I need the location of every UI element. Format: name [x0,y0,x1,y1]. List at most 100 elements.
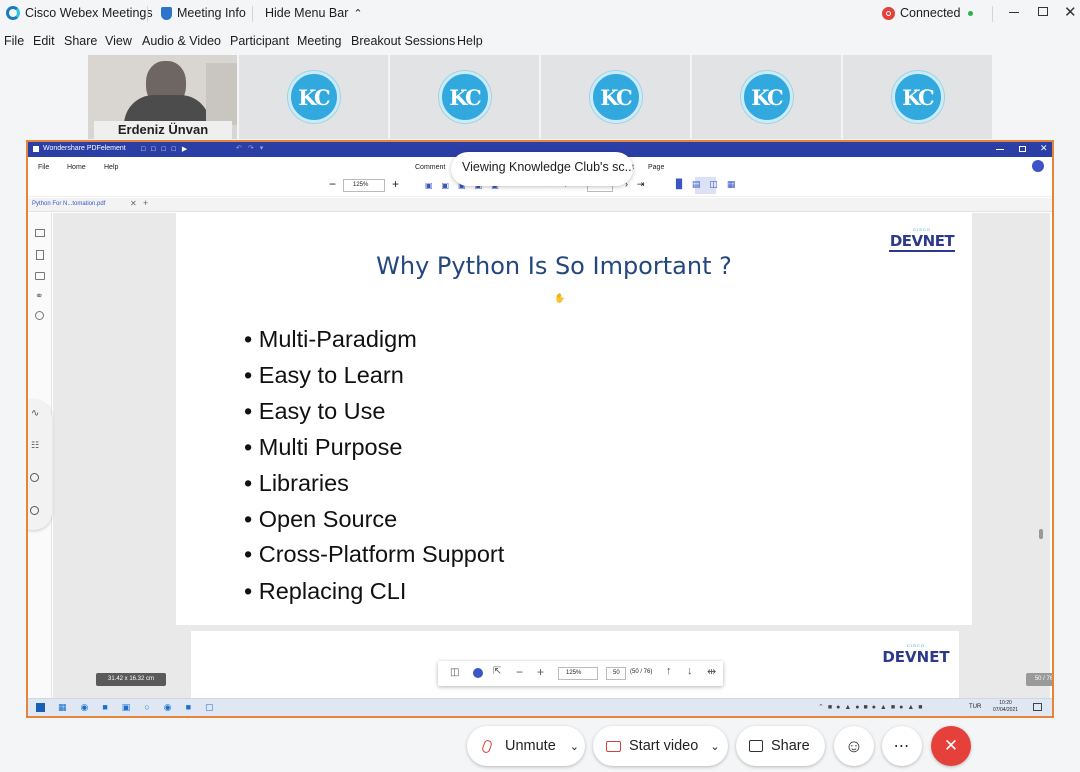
menu-meeting[interactable]: Meeting [297,34,341,48]
pdf-menu-comment[interactable]: Comment [415,164,445,171]
webex-logo-icon [6,6,20,20]
page-nav-forward-icons[interactable]: ›⇥ [625,179,654,190]
page-dimensions-badge: 31.42 x 16.32 cm [96,673,166,686]
meeting-info-button[interactable]: Meeting Info [161,6,246,20]
menu-file[interactable]: File [4,34,24,48]
slide-page: CISCO DEVNET Why Python Is So Important … [176,213,972,625]
attachment-icon[interactable]: ⚭ [35,291,43,302]
menu-audio-video[interactable]: Audio & Video [142,34,221,48]
participant-tile-4[interactable]: KC [541,55,690,139]
close-icon[interactable]: ✕ [1064,3,1077,21]
tab-close-icon[interactable]: ✕ [130,199,137,208]
menu-edit[interactable]: Edit [33,34,55,48]
bullet-item: • Open Source [244,506,398,532]
notifications-icon[interactable] [1033,703,1042,711]
more-options-button[interactable]: ⋯ [882,726,922,766]
share-button[interactable]: Share [736,726,825,766]
menu-bar: File Edit Share View Audio & Video Parti… [0,31,1080,53]
chevron-down-icon[interactable]: ⌄ [710,740,719,753]
shared-screen[interactable]: Wondershare PDFelement □□□□▶ ↶↷▾ ✕ File … [26,140,1054,718]
toolbar-page-count: (50 / 76) [630,669,653,675]
menu-view[interactable]: View [105,34,132,48]
bullet-item: • Replacing CLI [244,578,407,604]
windows-start-icon[interactable] [36,703,45,712]
pointer-icon[interactable]: ☷ [31,440,39,451]
pdf-canvas[interactable]: CISCO DEVNET Why Python Is So Important … [53,213,1052,711]
pdf-menu-home[interactable]: Home [67,164,86,171]
hand-tool-icon[interactable] [473,668,483,678]
zoom-select[interactable]: 125% [343,179,385,192]
toolbar-zoom-out-icon[interactable]: − [516,665,523,679]
participant-tile-5[interactable]: KC [692,55,841,139]
system-tray-icons[interactable]: ⌃■●▲●■●▲■●▲■ [818,703,926,711]
quick-access-icons: □□□□▶ [141,146,194,153]
more-icon: ⋯ [893,738,911,755]
document-tab[interactable]: Python For N...tomation.pdf [32,201,105,207]
taskbar-apps-icons[interactable]: ▦◉■▣○◉■▢ [58,702,228,713]
app-title: Cisco Webex Meetings [6,6,153,20]
devnet-logo: CISCO DEVNET [882,643,950,666]
toolbar-zoom-in-icon[interactable]: + [537,665,544,679]
next-page-icon[interactable]: ↓ [687,665,693,677]
end-meeting-button[interactable]: ✕ [931,726,971,766]
menu-participant[interactable]: Participant [230,34,289,48]
connected-dot-icon [968,10,974,16]
microphone-muted-icon [481,738,493,754]
thumbnails-icon[interactable] [35,229,45,237]
participant-tile-6[interactable]: KC [843,55,992,139]
restore-icon[interactable] [1038,7,1048,16]
taskbar-clock[interactable]: 10:20 07/04/2021 [993,700,1018,714]
toolbar-zoom-select[interactable]: 125% [558,667,598,680]
reactions-button[interactable]: ☺ [834,726,874,766]
participant-name-label: Erdeniz Ünvan [94,121,232,139]
start-video-button[interactable]: Start video ⌄ [593,726,728,766]
fit-width-icon[interactable]: ⇹ [707,665,716,678]
pdf-restore-icon[interactable] [1019,146,1026,152]
kc-logo-icon: KC [287,71,340,123]
new-tab-icon[interactable]: + [143,198,148,208]
menu-share[interactable]: Share [64,34,97,48]
scrollbar-thumb[interactable] [1039,529,1043,539]
unmute-button[interactable]: Unmute ⌄ [467,726,585,766]
share-icon [749,740,763,752]
bookmark-icon[interactable] [36,250,44,260]
search-icon[interactable] [35,311,44,320]
hide-menu-bar-button[interactable]: Hide Menu Bar ⌃ [265,6,363,20]
fit-page-icon[interactable]: ◫ [450,667,459,678]
connection-status[interactable]: Connected [882,6,974,20]
minimize-icon[interactable] [1009,12,1019,13]
pdf-close-icon[interactable]: ✕ [1040,143,1048,154]
annotate-pen-icon[interactable]: ∿ [31,408,39,419]
prev-page-icon[interactable]: ↑ [666,665,672,677]
zoom-out-icon[interactable]: − [329,177,336,191]
pdf-minimize-icon[interactable] [996,149,1004,150]
bullet-item: • Multi Purpose [244,434,403,460]
pdf-menu-help[interactable]: Help [104,164,118,171]
kc-logo-icon: KC [740,71,793,123]
participant-tile-3[interactable]: KC [390,55,539,139]
record-icon [882,6,895,20]
slide-title: Why Python Is So Important ? [376,252,732,280]
select-tool-icon[interactable]: ⇱ [493,666,501,677]
bullet-item: • Cross-Platform Support [244,541,505,567]
participant-video-erdeniz[interactable]: Erdeniz Ünvan [88,55,237,139]
user-avatar-icon[interactable] [1032,160,1044,172]
participant-tile-2[interactable]: KC [239,55,388,139]
language-indicator[interactable]: TUR [969,704,981,710]
hand-cursor-icon: ✋ [554,293,566,303]
menu-breakout-sessions[interactable]: Breakout Sessions [351,34,455,48]
chevron-down-icon[interactable]: ⌄ [570,740,579,753]
pdf-menu-page[interactable]: Page [648,164,664,171]
smiley-icon: ☺ [844,735,864,756]
pdf-menu-file[interactable]: File [38,164,49,171]
menu-help[interactable]: Help [457,34,483,48]
page-indicator-badge: 50 / 76 [1026,673,1052,686]
zoom-in-icon[interactable]: + [392,177,399,191]
kc-logo-icon: KC [438,71,491,123]
kc-logo-icon: KC [891,71,944,123]
zoom-out-share-icon[interactable] [30,506,39,515]
comment-icon[interactable] [35,272,45,280]
toolbar-page-input[interactable]: 50 [606,667,626,680]
zoom-in-share-icon[interactable] [30,473,39,482]
shield-icon [161,6,172,20]
